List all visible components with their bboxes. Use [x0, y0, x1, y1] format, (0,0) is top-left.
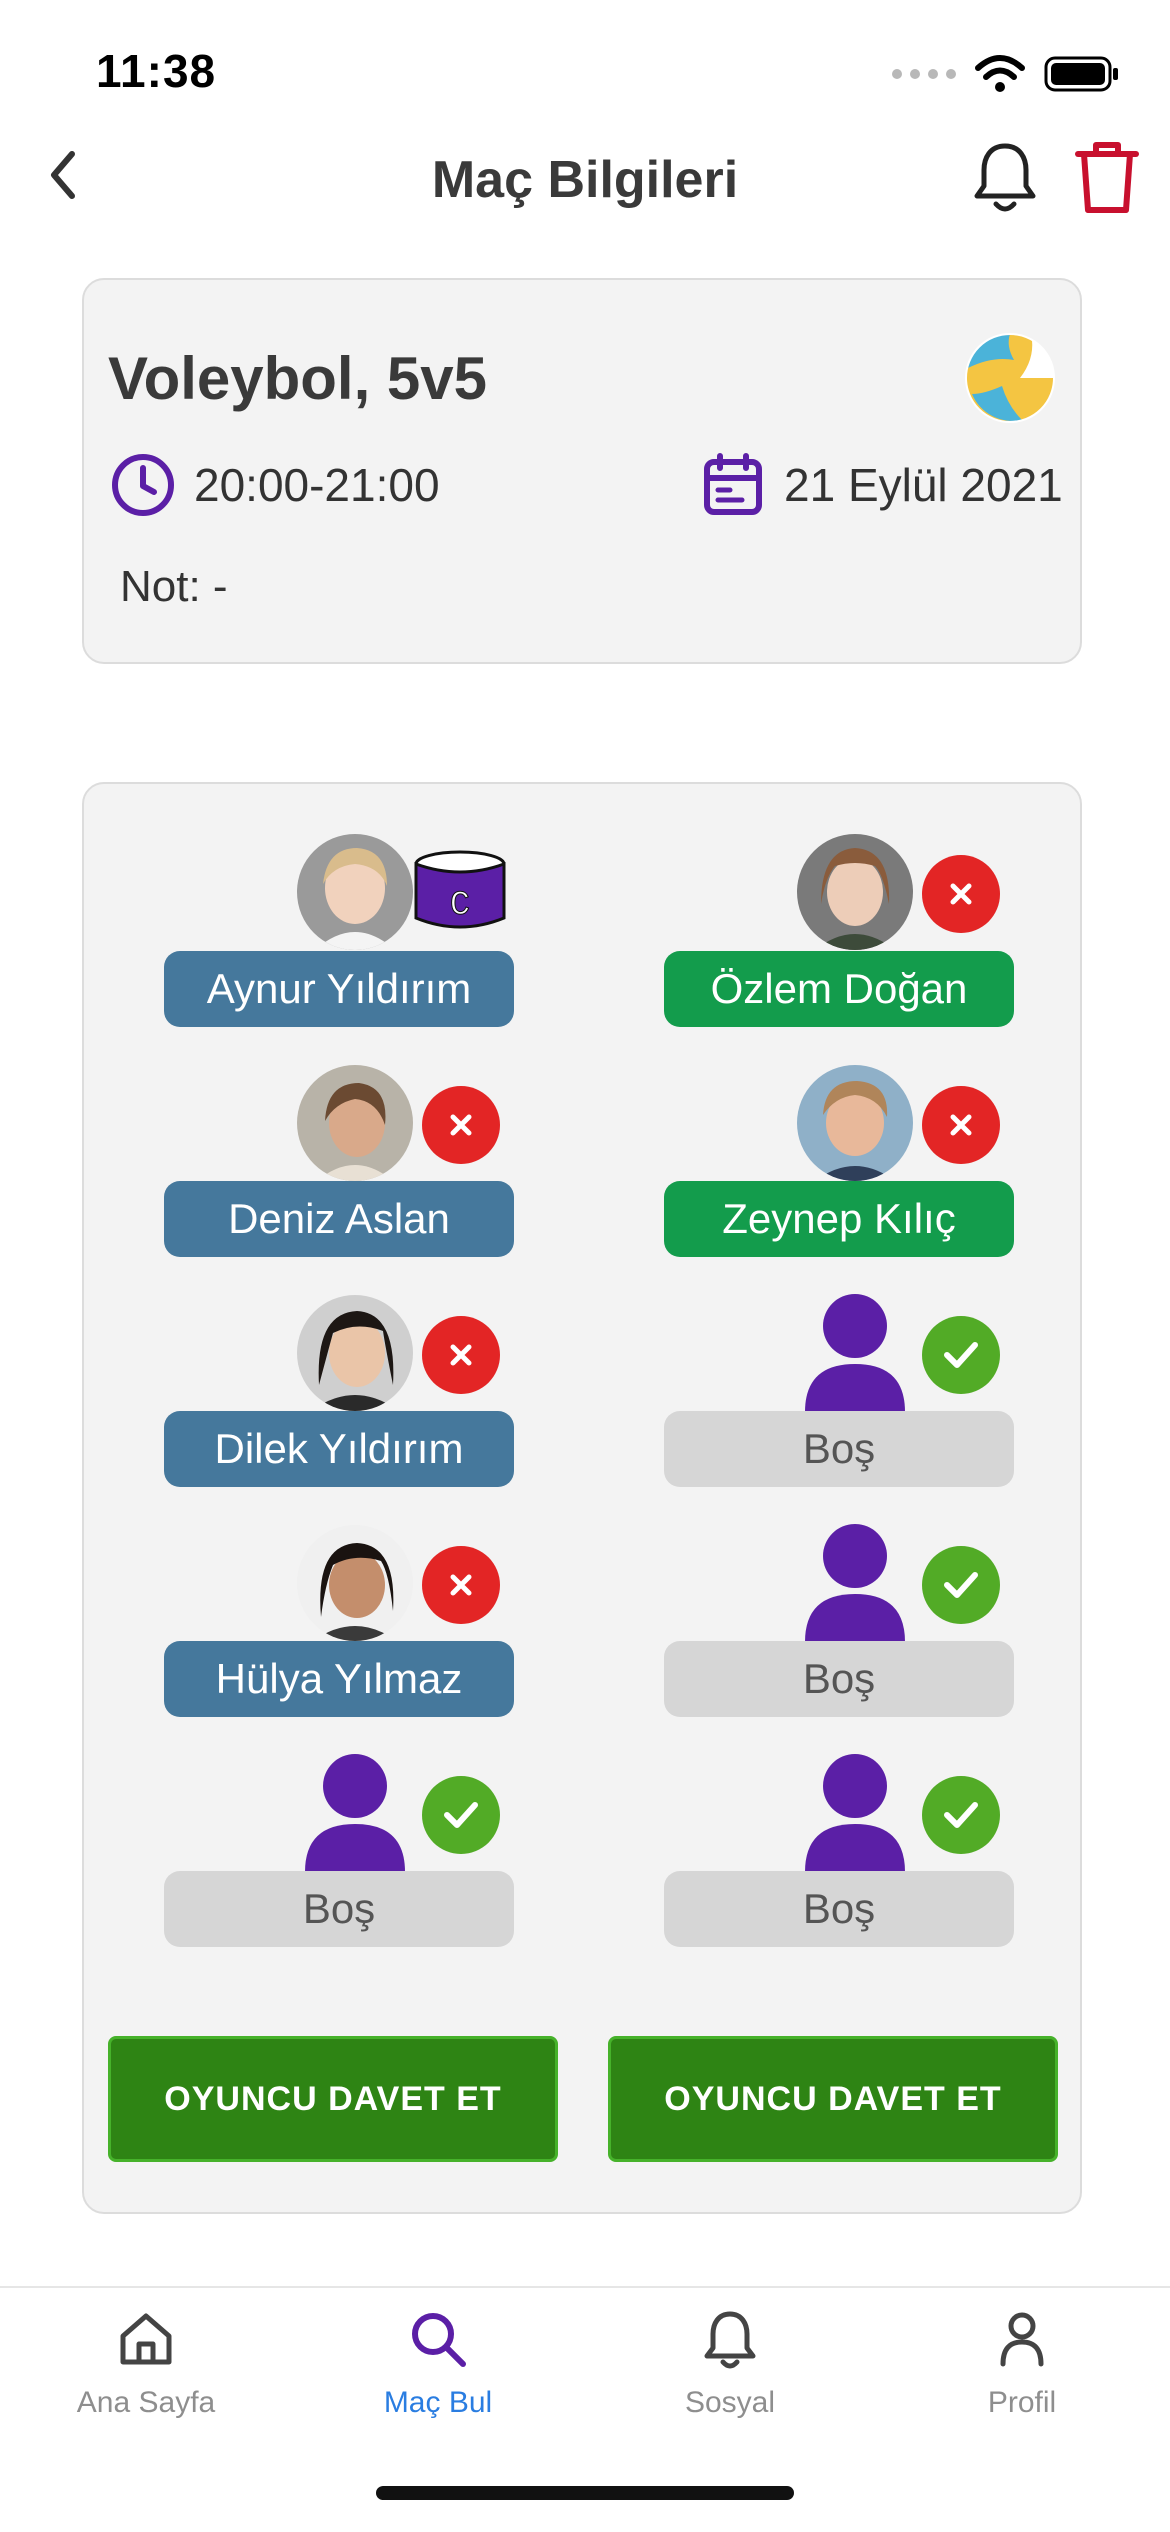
join-slot-button[interactable] — [922, 1776, 1000, 1854]
remove-player-button[interactable] — [922, 855, 1000, 933]
empty-slot-person-icon — [797, 1292, 913, 1412]
nav-label: Ana Sayfa — [76, 2386, 216, 2419]
empty-slot-label[interactable]: Boş — [664, 1411, 1014, 1487]
search-icon — [412, 2313, 466, 2367]
bell-icon — [704, 2311, 756, 2369]
close-icon — [450, 1114, 472, 1136]
close-icon — [950, 883, 972, 905]
signal-icon — [892, 69, 956, 79]
remove-player-button[interactable] — [422, 1546, 500, 1624]
invite-player-left-button[interactable]: OYUNCU DAVET ET — [108, 2036, 558, 2162]
check-icon — [944, 1572, 978, 1598]
invite-player-right-button[interactable]: OYUNCU DAVET ET — [608, 2036, 1058, 2162]
match-note: Not: - — [120, 562, 228, 611]
avatar[interactable] — [797, 1065, 913, 1181]
bell-icon — [974, 143, 1036, 212]
captain-letter: C — [450, 887, 470, 925]
remove-player-button[interactable] — [922, 1086, 1000, 1164]
nav-item-find-match[interactable]: Maç Bul — [292, 2306, 584, 2446]
nav-label: Maç Bul — [383, 2386, 493, 2419]
join-slot-button[interactable] — [922, 1546, 1000, 1624]
nav-item-profile[interactable]: Profil — [876, 2306, 1168, 2446]
avatar[interactable] — [297, 1065, 413, 1181]
match-date: 21 Eylül 2021 — [784, 459, 1063, 511]
avatar[interactable] — [797, 834, 913, 950]
match-time: 20:00-21:00 — [194, 459, 440, 511]
calendar-icon — [702, 452, 764, 518]
join-slot-button[interactable] — [922, 1316, 1000, 1394]
empty-slot-person-icon — [797, 1522, 913, 1642]
home-indicator — [376, 2486, 794, 2500]
delete-match-button[interactable] — [1072, 138, 1142, 218]
battery-icon — [1044, 56, 1118, 92]
nav-item-home[interactable]: Ana Sayfa — [0, 2306, 292, 2446]
player-name[interactable]: Zeynep Kılıç — [664, 1181, 1014, 1257]
remove-player-button[interactable] — [422, 1316, 500, 1394]
captain-armband-icon: C — [412, 844, 508, 940]
check-icon — [944, 1342, 978, 1368]
player-name[interactable]: Aynur Yıldırım — [164, 951, 514, 1027]
nav-item-social[interactable]: Sosyal — [584, 2306, 876, 2446]
notifications-button[interactable] — [970, 138, 1040, 218]
close-icon — [950, 1114, 972, 1136]
wifi-icon — [975, 55, 1025, 92]
empty-slot-label[interactable]: Boş — [164, 1871, 514, 1947]
person-icon — [1000, 2312, 1044, 2367]
sport-title: Voleybol, 5v5 — [108, 345, 488, 412]
remove-player-button[interactable] — [422, 1086, 500, 1164]
avatar[interactable] — [297, 1525, 413, 1641]
close-icon — [450, 1574, 472, 1596]
bottom-nav-divider — [0, 2286, 1170, 2288]
empty-slot-label[interactable]: Boş — [664, 1871, 1014, 1947]
player-name[interactable]: Özlem Doğan — [664, 951, 1014, 1027]
join-slot-button[interactable] — [422, 1776, 500, 1854]
empty-slot-label[interactable]: Boş — [664, 1641, 1014, 1717]
status-time: 11:38 — [96, 45, 217, 97]
player-name[interactable]: Deniz Aslan — [164, 1181, 514, 1257]
avatar[interactable] — [297, 834, 413, 950]
empty-slot-person-icon — [297, 1752, 413, 1872]
player-name[interactable]: Dilek Yıldırım — [164, 1411, 514, 1487]
home-icon — [120, 2313, 172, 2365]
empty-slot-person-icon — [797, 1752, 913, 1872]
nav-label: Profil — [987, 2386, 1057, 2419]
check-icon — [444, 1802, 478, 1828]
volleyball-icon — [962, 330, 1058, 426]
clock-icon — [110, 452, 176, 518]
close-icon — [450, 1344, 472, 1366]
trash-icon — [1075, 142, 1139, 213]
check-icon — [944, 1802, 978, 1828]
player-name[interactable]: Hülya Yılmaz — [164, 1641, 514, 1717]
avatar[interactable] — [297, 1295, 413, 1411]
nav-label: Sosyal — [684, 2386, 776, 2419]
status-icons — [892, 52, 1120, 96]
